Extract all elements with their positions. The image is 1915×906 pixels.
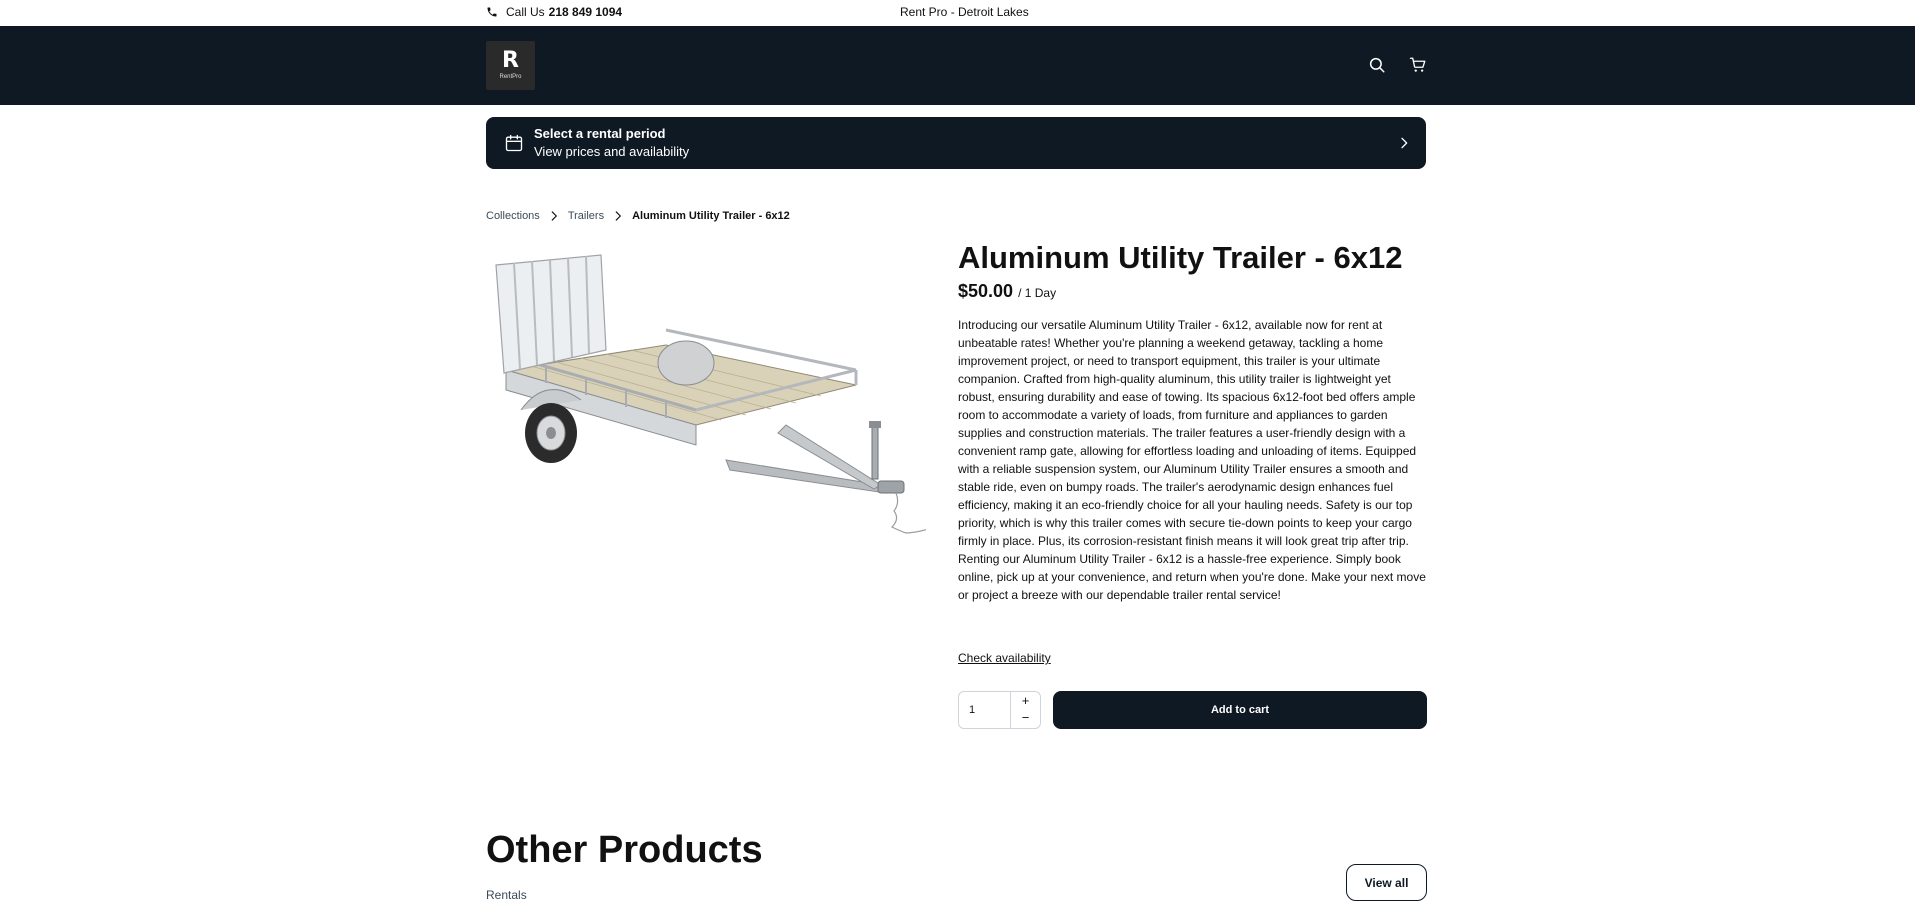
site-logo[interactable]: R RentPro bbox=[486, 41, 535, 90]
cart-icon bbox=[1409, 57, 1426, 72]
product-image[interactable] bbox=[486, 245, 926, 535]
chevron-right-icon bbox=[547, 209, 561, 223]
product-description: Introducing our versatile Aluminum Utili… bbox=[958, 318, 1426, 602]
breadcrumb-trailers[interactable]: Trailers bbox=[568, 210, 604, 222]
store-name: Rent Pro - Detroit Lakes bbox=[900, 5, 1029, 19]
product-title: Aluminum Utility Trailer - 6x12 bbox=[958, 240, 1403, 275]
chevron-right-icon bbox=[611, 209, 625, 223]
calendar-icon bbox=[505, 134, 523, 152]
check-availability-link[interactable]: Check availability bbox=[958, 651, 1051, 665]
rental-period-button[interactable]: Select a rental period View prices and a… bbox=[486, 117, 1426, 169]
breadcrumb: Collections Trailers Aluminum Utility Tr… bbox=[486, 209, 790, 223]
phone-icon bbox=[487, 7, 497, 17]
other-products-category[interactable]: Rentals bbox=[486, 888, 527, 902]
quantity-input[interactable]: 1 bbox=[969, 704, 975, 716]
search-icon bbox=[1369, 57, 1385, 73]
product-price: $50.00 / 1 Day bbox=[958, 281, 1056, 302]
phone-number[interactable]: 218 849 1094 bbox=[549, 5, 622, 19]
top-utility-bar: Call Us 218 849 1094 Rent Pro - Detroit … bbox=[0, 0, 1915, 26]
add-to-cart-button[interactable]: Add to cart bbox=[1053, 691, 1427, 729]
site-header: R RentPro bbox=[0, 26, 1915, 105]
price-amount: $50.00 bbox=[958, 281, 1014, 301]
view-all-button[interactable]: View all bbox=[1346, 864, 1427, 901]
quantity-decrement-button[interactable]: − bbox=[1011, 709, 1040, 727]
cart-button[interactable] bbox=[1407, 54, 1429, 76]
quantity-increment-button[interactable]: + bbox=[1011, 692, 1040, 710]
call-us-label: Call Us bbox=[506, 5, 545, 19]
logo-mark: R bbox=[502, 48, 519, 73]
chevron-right-icon bbox=[1401, 137, 1408, 149]
rental-period-subtitle: View prices and availability bbox=[534, 144, 690, 159]
price-period: / 1 Day bbox=[1018, 286, 1057, 300]
rental-period-title: Select a rental period bbox=[534, 126, 666, 141]
search-button[interactable] bbox=[1366, 54, 1388, 76]
breadcrumb-collections[interactable]: Collections bbox=[486, 210, 540, 222]
other-products-heading: Other Products bbox=[486, 829, 763, 871]
call-us[interactable]: Call Us 218 849 1094 bbox=[486, 5, 622, 19]
logo-text: RentPro bbox=[499, 74, 522, 80]
quantity-stepper: 1 + − bbox=[958, 691, 1041, 729]
breadcrumb-current: Aluminum Utility Trailer - 6x12 bbox=[632, 210, 790, 222]
